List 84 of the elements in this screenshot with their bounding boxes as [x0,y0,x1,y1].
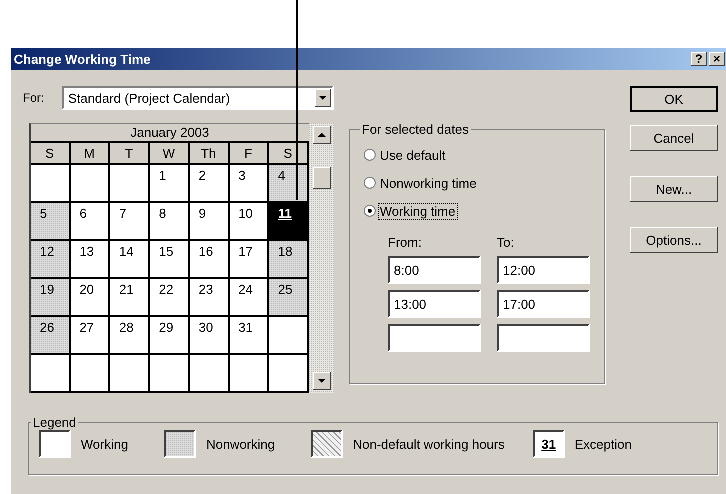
empty-day-cell [110,165,150,203]
legend-swatch [39,430,71,458]
legend-label: Working [81,436,128,452]
radio-button[interactable] [364,177,376,189]
from-time-field[interactable]: 8:00 [388,256,481,284]
weekday-header: M [70,141,110,165]
empty-day-cell [110,355,150,393]
calendar-day[interactable]: 31 [230,317,270,355]
calendar-day[interactable]: 8 [150,203,190,241]
from-time-field[interactable] [388,324,481,352]
empty-day-cell [190,355,230,393]
calendar-day[interactable]: 26 [31,317,71,355]
legend-swatch [311,430,344,458]
legend-swatch [164,430,196,458]
month-header: January 2003 [31,124,309,141]
legend-label: Nonworking [206,436,276,452]
calendar-day[interactable]: 28 [110,317,150,355]
calendar-day[interactable]: 18 [269,241,309,279]
calendar-day[interactable]: 2 [190,165,230,203]
down-arrow-icon [318,379,326,383]
dropdown-button[interactable] [315,89,331,107]
help-button[interactable]: ? [691,52,707,66]
calendar-day[interactable]: 14 [110,241,150,279]
dialog-button[interactable]: New... [630,176,718,202]
calendar-day[interactable]: 4 [269,165,309,203]
calendar-day[interactable]: 13 [70,241,110,279]
calendar-day[interactable]: 7 [110,203,150,241]
radio-label[interactable]: Working time [379,204,457,218]
weekday-header: Th [190,141,230,165]
radio-label[interactable]: Nonworking time [379,176,478,190]
from-time-field[interactable]: 13:00 [388,290,481,318]
to-label: To: [497,235,516,250]
weekday-header: W [150,141,190,165]
radio-label[interactable]: Use default [379,148,447,162]
calendar-day[interactable]: 15 [150,241,190,279]
calendar-dropdown[interactable]: Standard (Project Calendar) [62,86,334,110]
calendar-day[interactable]: 9 [190,203,230,241]
scroll-up-button[interactable] [312,126,330,144]
to-time-field[interactable]: 17:00 [497,290,590,318]
scroll-down-button[interactable] [312,372,330,390]
group-title: For selected dates [361,122,470,137]
calendar-day[interactable]: 30 [190,317,230,355]
dialog-button[interactable]: OK [630,86,718,112]
scroll-thumb[interactable] [312,167,330,189]
group-title: Legend [32,415,78,430]
calendar-day[interactable]: 22 [150,279,190,317]
calendar-day[interactable]: 21 [110,279,150,317]
close-button[interactable]: × [709,52,725,66]
empty-day-cell [150,355,190,393]
radio-button[interactable] [364,205,376,217]
caret-icon [319,96,327,100]
up-arrow-icon [318,133,326,137]
calendar-day[interactable]: 16 [190,241,230,279]
calendar-day[interactable]: 11 [269,203,309,241]
legend-label: Non-default working hours [353,436,505,452]
calendar-day[interactable]: 29 [150,317,190,355]
window-title: Change Working Time [14,52,151,66]
field-label: For: [23,91,44,105]
calendar-day[interactable]: 5 [31,203,71,241]
radio-button[interactable] [364,149,376,161]
calendar-day[interactable]: 12 [31,241,71,279]
calendar-day[interactable]: 23 [190,279,230,317]
empty-day-cell [31,355,71,393]
empty-day-cell [70,165,110,203]
legend-label: Exception [574,436,632,452]
calendar-day[interactable]: 6 [70,203,110,241]
empty-day-cell [230,355,270,393]
dialog-button[interactable]: Options... [630,227,718,253]
calendar-day[interactable]: 27 [70,317,110,355]
weekday-header: S [269,141,309,165]
calendar-day[interactable]: 25 [269,279,309,317]
weekday-header: S [31,141,71,165]
legend-swatch: 31 [532,430,565,458]
empty-day-cell [70,355,110,393]
from-label: From: [388,235,423,250]
weekday-header: T [110,141,150,165]
dialog-button[interactable]: Cancel [630,125,718,151]
to-time-field[interactable] [497,324,590,352]
weekday-header: F [230,141,270,165]
to-time-field[interactable]: 12:00 [497,256,590,284]
calendar-day[interactable]: 19 [31,279,71,317]
calendar-day[interactable]: 20 [70,279,110,317]
scrollbar[interactable] [309,123,334,393]
calendar-day[interactable]: 1 [150,165,190,203]
